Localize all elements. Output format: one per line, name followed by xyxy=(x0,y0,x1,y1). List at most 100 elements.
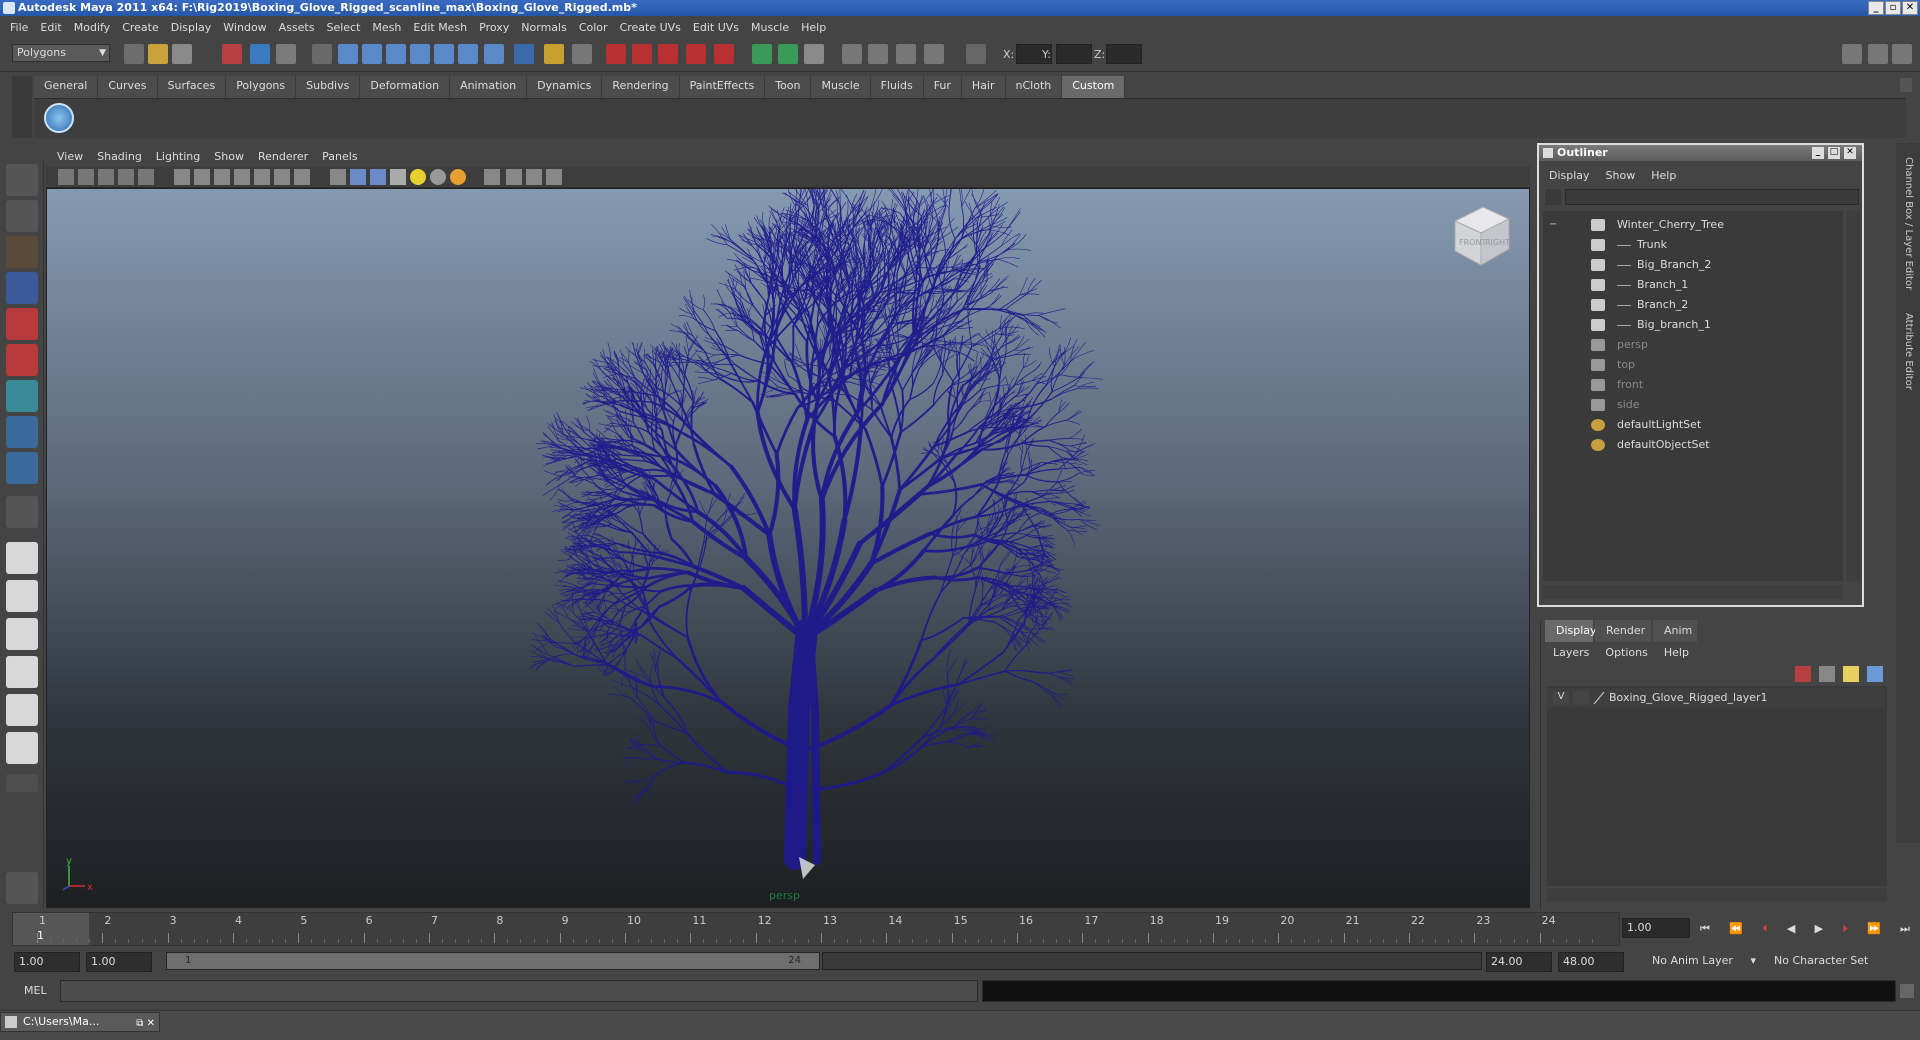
menu-create-uvs[interactable]: Create UVs xyxy=(614,21,687,34)
camera-attributes-icon[interactable] xyxy=(842,44,862,64)
anim-layer-dropdown[interactable]: No Anim Layer ▾ xyxy=(1648,952,1760,972)
soft-modification-icon[interactable] xyxy=(6,416,38,448)
render-frame-icon[interactable] xyxy=(606,44,626,64)
show-manipulator-icon[interactable] xyxy=(6,452,38,484)
image-plane-icon[interactable] xyxy=(924,44,944,64)
layer-menu-layers[interactable]: Layers xyxy=(1547,646,1599,659)
expand-collapse-icon[interactable]: − xyxy=(1549,215,1557,235)
minimize-button[interactable]: _ xyxy=(1868,1,1884,15)
show-hide-channel-box-icon[interactable] xyxy=(1842,44,1862,64)
outliner-maximize-icon[interactable]: □ xyxy=(1828,147,1840,159)
transform-box-icon[interactable] xyxy=(966,44,986,64)
snap-grid-icon[interactable] xyxy=(338,44,358,64)
command-input[interactable] xyxy=(60,980,978,1002)
shelf-tab-hair[interactable]: Hair xyxy=(961,76,1006,98)
outliner-menu-show[interactable]: Show xyxy=(1600,169,1646,182)
show-hide-tool-settings-icon[interactable] xyxy=(1892,44,1912,64)
outliner-persp-layout-icon[interactable] xyxy=(6,618,38,650)
layer-move-down-icon[interactable] xyxy=(1867,666,1883,682)
bookmark-icon[interactable] xyxy=(98,169,114,185)
universal-manipulator-icon[interactable] xyxy=(6,380,38,412)
viewport-menu-panels[interactable]: Panels xyxy=(315,150,364,163)
script-editor-icon[interactable] xyxy=(1900,984,1914,998)
shelf-tab-painteffects[interactable]: PaintEffects xyxy=(679,76,766,98)
paint-select-tool-icon[interactable] xyxy=(6,236,38,268)
wireframe-icon[interactable] xyxy=(330,169,346,185)
outliner-item[interactable]: Trunk xyxy=(1543,235,1843,255)
input-ops-icon[interactable] xyxy=(572,44,592,64)
new-scene-icon[interactable] xyxy=(124,44,144,64)
panel-layout-icon[interactable] xyxy=(752,44,772,64)
quick-rig-icon[interactable] xyxy=(6,872,38,904)
menu-edit-uvs[interactable]: Edit UVs xyxy=(687,21,745,34)
smooth-shade-icon[interactable] xyxy=(350,169,366,185)
new-layer-selected-icon[interactable] xyxy=(1819,666,1835,682)
minimized-window-controls[interactable]: ⧉ ✕ xyxy=(136,1015,155,1033)
outliner-vertical-scrollbar[interactable] xyxy=(1847,211,1861,581)
render-icon[interactable] xyxy=(484,44,504,64)
outliner-item[interactable]: − Winter_Cherry_Tree xyxy=(1543,215,1843,235)
hypershade-icon[interactable] xyxy=(686,44,706,64)
isolate-select-icon[interactable] xyxy=(484,169,500,185)
new-layer-icon[interactable] xyxy=(1795,666,1811,682)
layer-tab-render[interactable]: Render xyxy=(1595,620,1651,642)
menu-window[interactable]: Window xyxy=(217,21,272,34)
select-camera-icon[interactable] xyxy=(58,169,74,185)
shelf-tab-dynamics[interactable]: Dynamics xyxy=(527,76,603,98)
make-live-icon[interactable] xyxy=(434,44,454,64)
graph-persp-layout-icon[interactable] xyxy=(6,656,38,688)
menu-select[interactable]: Select xyxy=(320,21,366,34)
textured-icon[interactable] xyxy=(390,169,406,185)
outliner-minimize-icon[interactable]: _ xyxy=(1812,147,1824,159)
tool-settings-icon[interactable] xyxy=(804,44,824,64)
shelf-tab-toon[interactable]: Toon xyxy=(765,76,812,98)
attribute-editor-side-tab[interactable]: Attribute Editor xyxy=(1903,313,1914,390)
ipr-render-icon[interactable] xyxy=(632,44,652,64)
menu-assets[interactable]: Assets xyxy=(273,21,321,34)
time-slider[interactable]: 1 1 2 3 4 5 6 7 8 9 10 11 12 13 14 15 16 17 18 19 20 21 22 23 2… xyxy=(12,912,1620,946)
z-input[interactable] xyxy=(1106,44,1142,64)
menu-modify[interactable]: Modify xyxy=(68,21,116,34)
step-back-icon[interactable]: ⏪ xyxy=(1729,922,1743,938)
select-object-icon[interactable] xyxy=(250,44,270,64)
shelf-tab-animation[interactable]: Animation xyxy=(450,76,528,98)
film-gate-icon[interactable] xyxy=(194,169,210,185)
scale-tool-icon[interactable] xyxy=(6,344,38,376)
go-to-start-icon[interactable]: ⏮ xyxy=(1700,922,1710,938)
render-settings-icon[interactable] xyxy=(658,44,678,64)
range-slider-handle[interactable]: 1 24 xyxy=(166,952,820,970)
step-forward-key-icon[interactable]: ⏵ xyxy=(1842,922,1848,938)
shelf-collapse-icon[interactable] xyxy=(1900,78,1912,92)
attribute-editor-toggle-icon[interactable] xyxy=(778,44,798,64)
selection-mask-icon[interactable] xyxy=(312,44,332,64)
xray-joints-icon[interactable] xyxy=(526,169,542,185)
save-scene-icon[interactable] xyxy=(172,44,192,64)
viewport-menu-view[interactable]: View xyxy=(50,150,90,163)
menu-create[interactable]: Create xyxy=(116,21,165,34)
go-to-end-icon[interactable]: ⏭ xyxy=(1900,922,1910,938)
layer-display-type-toggle[interactable] xyxy=(1573,691,1589,705)
camera-attr-icon[interactable] xyxy=(78,169,94,185)
snap-curve-icon[interactable] xyxy=(362,44,382,64)
outliner-item[interactable]: top xyxy=(1543,355,1843,375)
outliner-item[interactable]: front xyxy=(1543,375,1843,395)
outliner-close-icon[interactable]: ✕ xyxy=(1844,147,1856,159)
field-chart-icon[interactable] xyxy=(254,169,270,185)
step-forward-icon[interactable]: ⏩ xyxy=(1867,922,1881,938)
xray-components-icon[interactable] xyxy=(546,169,562,185)
shelf-menu-handle[interactable] xyxy=(12,76,32,138)
shelf-tab-curves[interactable]: Curves xyxy=(98,76,158,98)
move-tool-icon[interactable] xyxy=(6,272,38,304)
outliner-horizontal-scrollbar[interactable] xyxy=(1543,585,1843,599)
maximize-button[interactable]: ▫ xyxy=(1885,1,1901,15)
playback-end-field[interactable]: 24.00 xyxy=(1486,952,1552,972)
viewport-menu-show[interactable]: Show xyxy=(207,150,251,163)
grid-icon[interactable] xyxy=(174,169,190,185)
checkmark-shelf-icon[interactable] xyxy=(44,103,74,133)
menu-muscle[interactable]: Muscle xyxy=(745,21,795,34)
lasso-tool-icon[interactable] xyxy=(6,200,38,232)
menu-file[interactable]: File xyxy=(4,21,34,34)
outliner-item[interactable]: Big_branch_1 xyxy=(1543,315,1843,335)
outliner-item[interactable]: defaultLightSet xyxy=(1543,415,1843,435)
shelf-tab-general[interactable]: General xyxy=(34,76,99,98)
